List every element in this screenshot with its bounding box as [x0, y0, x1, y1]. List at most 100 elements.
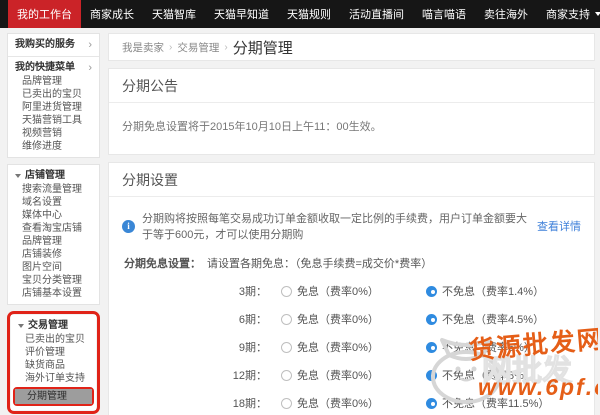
radio-checked-icon: [426, 369, 437, 381]
radio-unchecked-icon: [281, 313, 292, 325]
sidebar-item-search-traffic[interactable]: 搜索流量管理: [8, 183, 99, 196]
radio-unchecked-icon: [281, 341, 292, 353]
period-label: 12期：: [232, 370, 267, 382]
sidebar-item-item-categories[interactable]: 宝贝分类管理: [8, 274, 99, 287]
info-text: 分期购将按照每笔交易成功订单金额收取一定比例的手续费，用户订单金额要大于等于60…: [142, 213, 527, 241]
radio-nofree-label: 不免息（费率6%）: [442, 342, 535, 354]
installment-row-6: 6期： 免息（费率0%） 不免息（费率4.5%）: [122, 311, 581, 327]
sidebar-item-media-center[interactable]: 媒体中心: [8, 209, 99, 222]
main-content: 我是卖家 › 交易管理 › 分期管理 分期公告 分期免息设置将于2015年10月…: [108, 33, 595, 415]
radio-checked-icon: [426, 285, 437, 297]
topbar-item-sell-overseas[interactable]: 卖往海外: [475, 0, 537, 28]
breadcrumb: 我是卖家 › 交易管理 › 分期管理: [108, 33, 595, 61]
sidebar-item-out-of-stock[interactable]: 缺货商品: [11, 359, 96, 372]
topbar-item-tmall-thinktank[interactable]: 天猫智库: [143, 0, 205, 28]
sidebar-section-shop-management[interactable]: 店铺管理: [8, 169, 99, 183]
radio-nofree-9[interactable]: 不免息（费率6%）: [426, 339, 535, 355]
trade-management-label: 交易管理: [28, 320, 68, 331]
radio-nofree-3[interactable]: 不免息（费率1.4%）: [426, 283, 544, 299]
form-hint: 请设置各期免息：（免息手续费=成交价*费率）: [207, 258, 433, 270]
purchased-services-label: 我购买的服务: [15, 39, 75, 50]
settings-title: 分期设置: [109, 163, 594, 197]
radio-free-label: 免息（费率0%）: [297, 342, 379, 354]
radio-free-9[interactable]: 免息（费率0%）: [281, 339, 426, 355]
sidebar-item-purchased-services[interactable]: 我购买的服务 ›: [8, 38, 99, 52]
sidebar-panel-quick-menu: 我购买的服务 › 我的快捷菜单 › 品牌管理 已卖出的宝贝 阿里进货管理 天猫营…: [7, 33, 100, 158]
installment-settings-card: 分期设置 i 分期购将按照每笔交易成功订单金额收取一定比例的手续费，用户订单金额…: [108, 162, 595, 415]
caret-down-icon: [15, 174, 21, 178]
topbar-item-tmall-rules[interactable]: 天猫规则: [278, 0, 340, 28]
annotation-red-box-selected: 分期管理: [13, 387, 94, 406]
sidebar-item-shop-basic-settings[interactable]: 店铺基本设置: [8, 287, 99, 300]
breadcrumb-separator: ›: [224, 41, 228, 53]
view-details-link[interactable]: 查看详情: [537, 218, 581, 234]
breadcrumb-trade-management[interactable]: 交易管理: [177, 40, 219, 55]
topbar-item-merchant-support[interactable]: 商家支持: [537, 0, 600, 28]
annotation-red-box: 交易管理 已卖出的宝贝 评价管理 缺货商品 海外订单支持 分期管理: [7, 311, 100, 414]
radio-free-3[interactable]: 免息（费率0%）: [281, 283, 426, 299]
radio-nofree-label: 不免息（费率11.5%）: [442, 398, 550, 410]
sidebar-item-view-taobao-shop[interactable]: 查看淘宝店铺: [8, 222, 99, 235]
radio-checked-icon: [426, 341, 437, 353]
caret-down-icon: [18, 324, 24, 328]
topbar-item-live-room[interactable]: 活动直播间: [340, 0, 413, 28]
sidebar-item-review-management[interactable]: 评价管理: [11, 346, 96, 359]
topbar-right-group: 卖往海外 商家支持 账号设置: [475, 0, 600, 28]
sidebar-item-sold-items-trade[interactable]: 已卖出的宝贝: [11, 333, 96, 346]
radio-unchecked-icon: [281, 397, 292, 409]
radio-nofree-18[interactable]: 不免息（费率11.5%）: [426, 395, 549, 411]
radio-free-12[interactable]: 免息（费率0%）: [281, 367, 426, 383]
radio-free-label: 免息（费率0%）: [297, 314, 379, 326]
breadcrumb-seller-home[interactable]: 我是卖家: [122, 40, 164, 55]
topbar-item-tmall-news[interactable]: 天猫早知道: [205, 0, 278, 28]
chevron-right-icon: ›: [88, 62, 92, 74]
page-title: 分期管理: [232, 39, 293, 57]
installment-row-3: 3期： 免息（费率0%） 不免息（费率1.4%）: [122, 283, 581, 299]
sidebar-item-quick-menu[interactable]: 我的快捷菜单 ›: [8, 61, 99, 75]
quick-menu-label: 我的快捷菜单: [15, 62, 75, 73]
sidebar-item-overseas-order-support[interactable]: 海外订单支持: [11, 372, 96, 385]
sidebar-section-trade-management[interactable]: 交易管理: [11, 319, 96, 333]
topbar: 我的工作台 商家成长 天猫智库 天猫早知道 天猫规则 活动直播间 喵言喵语 卖往…: [0, 0, 600, 28]
app-window: 我的工作台 商家成长 天猫智库 天猫早知道 天猫规则 活动直播间 喵言喵语 卖往…: [0, 0, 600, 415]
info-icon: i: [122, 219, 135, 233]
sidebar-item-brand-management-2[interactable]: 品牌管理: [8, 235, 99, 248]
radio-nofree-label: 不免息（费率1.4%）: [442, 286, 545, 298]
radio-free-label: 免息（费率0%）: [297, 398, 379, 410]
installment-row-18: 18期： 免息（费率0%） 不免息（费率11.5%）: [122, 395, 581, 411]
sidebar-item-shop-decoration[interactable]: 店铺装修: [8, 248, 99, 261]
sidebar-item-video-marketing[interactable]: 视频营销: [8, 127, 99, 140]
radio-nofree-6[interactable]: 不免息（费率4.5%）: [426, 311, 544, 327]
radio-nofree-label: 不免息（费率4.5%）: [442, 314, 545, 326]
sidebar-item-installment-management[interactable]: 分期管理: [15, 389, 92, 404]
topbar-item-miao-words[interactable]: 喵言喵语: [413, 0, 475, 28]
sidebar-item-tmall-marketing-tools[interactable]: 天猫营销工具: [8, 114, 99, 127]
sidebar-item-ali-purchase[interactable]: 阿里进货管理: [8, 101, 99, 114]
sidebar-item-domain-settings[interactable]: 域名设置: [8, 196, 99, 209]
topbar-item-merchant-growth[interactable]: 商家成长: [81, 0, 143, 28]
radio-free-6[interactable]: 免息（费率0%）: [281, 311, 426, 327]
radio-unchecked-icon: [281, 369, 292, 381]
topbar-item-workbench[interactable]: 我的工作台: [8, 0, 81, 28]
sidebar-item-sold-items[interactable]: 已卖出的宝贝: [8, 88, 99, 101]
sidebar-item-image-space[interactable]: 图片空间: [8, 261, 99, 274]
sidebar-item-repair-progress[interactable]: 维修进度: [8, 140, 99, 153]
radio-checked-icon: [426, 313, 437, 325]
radio-nofree-label: 不免息（费率8%）: [442, 370, 535, 382]
info-banner: i 分期购将按照每笔交易成功订单金额收取一定比例的手续费，用户订单金额要大于等于…: [122, 210, 581, 242]
chevron-down-icon: [595, 12, 600, 16]
sidebar-panel-shop-management: 店铺管理 搜索流量管理 域名设置 媒体中心 查看淘宝店铺 品牌管理 店铺装修 图…: [7, 164, 100, 305]
sidebar: 我购买的服务 › 我的快捷菜单 › 品牌管理 已卖出的宝贝 阿里进货管理 天猫营…: [7, 33, 100, 415]
settings-body: i 分期购将按照每笔交易成功订单金额收取一定比例的手续费，用户订单金额要大于等于…: [109, 197, 594, 415]
form-label: 分期免息设置：: [124, 258, 201, 270]
period-label: 3期：: [238, 286, 267, 298]
announcement-card: 分期公告 分期免息设置将于2015年10月10日上午11：00生效。: [108, 68, 595, 155]
radio-nofree-12[interactable]: 不免息（费率8%）: [426, 367, 535, 383]
radio-free-18[interactable]: 免息（费率0%）: [281, 395, 426, 411]
period-label: 9期：: [238, 342, 267, 354]
announcement-title: 分期公告: [109, 69, 594, 103]
divider: [8, 56, 99, 57]
radio-free-label: 免息（费率0%）: [297, 370, 379, 382]
form-header: 分期免息设置： 请设置各期免息：（免息手续费=成交价*费率）: [124, 255, 581, 271]
sidebar-item-brand-management[interactable]: 品牌管理: [8, 75, 99, 88]
